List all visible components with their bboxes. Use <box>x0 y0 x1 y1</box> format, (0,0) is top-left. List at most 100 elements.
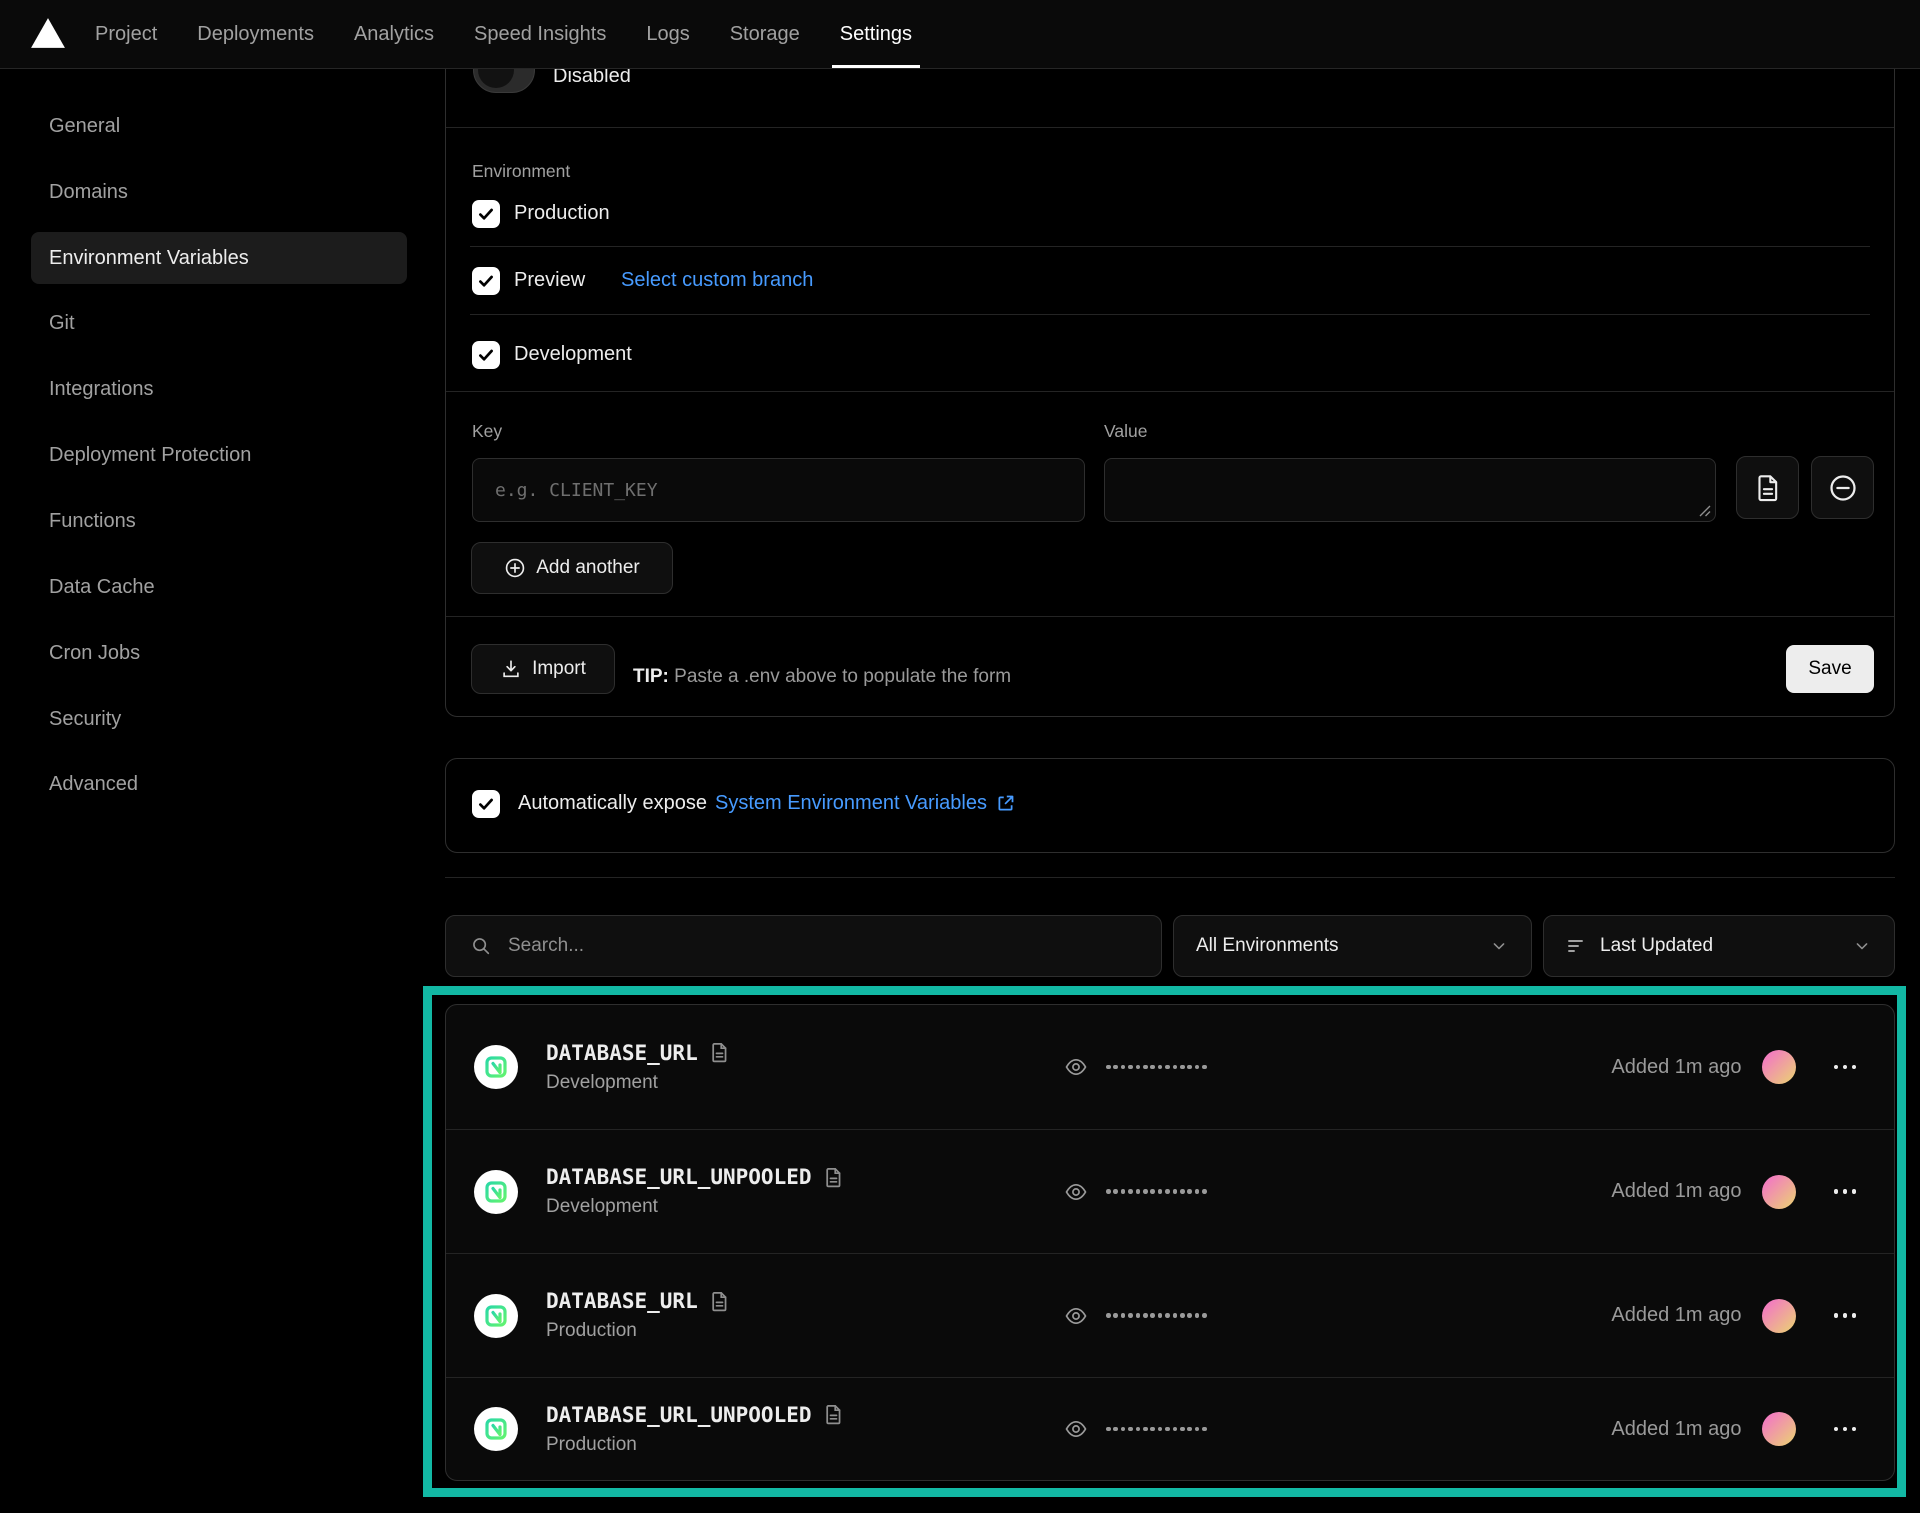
preview-checkbox-label: Preview <box>514 269 585 292</box>
sidebar-item-data-cache[interactable]: Data Cache <box>31 561 407 613</box>
row-actions-menu[interactable] <box>1834 1065 1857 1070</box>
masked-value-dots <box>1106 1313 1207 1318</box>
check-icon <box>477 205 495 223</box>
external-link-icon[interactable] <box>995 793 1016 814</box>
key-input[interactable] <box>472 458 1085 522</box>
row-actions-menu[interactable] <box>1834 1427 1857 1432</box>
neon-integration-icon <box>474 1407 518 1451</box>
plus-circle-icon <box>504 557 526 579</box>
nav-tab-storage[interactable]: Storage <box>730 0 800 68</box>
added-timestamp: Added 1m ago <box>1611 1418 1741 1441</box>
value-input-wrap <box>1104 458 1716 522</box>
paste-env-file-button[interactable] <box>1736 456 1799 519</box>
system-env-vars-link[interactable]: System Environment Variables <box>715 792 987 815</box>
row-meta: Added 1m ago <box>1611 1175 1894 1209</box>
row-meta: Added 1m ago <box>1611 1412 1894 1446</box>
environment-filter-select[interactable]: All Environments <box>1173 915 1532 977</box>
nav-tab-logs[interactable]: Logs <box>646 0 689 68</box>
add-env-var-form: Disabled Environment Production Preview … <box>445 8 1895 717</box>
added-timestamp: Added 1m ago <box>1611 1180 1741 1203</box>
env-var-info: DATABASE_URL_UNPOOLED Development <box>546 1165 843 1218</box>
env-var-environment: Development <box>546 1196 843 1218</box>
minus-circle-icon <box>1828 473 1858 503</box>
add-another-button[interactable]: Add another <box>471 542 673 594</box>
env-var-info: DATABASE_URL Development <box>546 1041 729 1094</box>
system-env-vars-box: Automatically expose System Environment … <box>445 758 1895 853</box>
row-actions-menu[interactable] <box>1834 1189 1857 1194</box>
import-button[interactable]: Import <box>471 644 615 694</box>
development-checkbox-label: Development <box>514 343 632 366</box>
row-actions-menu[interactable] <box>1834 1313 1857 1318</box>
search-box <box>445 915 1162 977</box>
masked-value-dots <box>1106 1065 1207 1070</box>
tip-text: Paste a .env above to populate the form <box>669 666 1011 687</box>
eye-icon[interactable] <box>1064 1417 1088 1441</box>
nav-tab-speed-insights[interactable]: Speed Insights <box>474 0 606 68</box>
hidden-value <box>1064 1417 1207 1441</box>
nav-tab-analytics[interactable]: Analytics <box>354 0 434 68</box>
production-checkbox[interactable] <box>472 200 500 228</box>
user-avatar <box>1762 1050 1796 1084</box>
note-icon[interactable] <box>710 1042 729 1063</box>
env-var-row[interactable]: DATABASE_URL_UNPOOLED Production Added 1… <box>446 1377 1894 1480</box>
add-another-label: Add another <box>536 557 640 579</box>
search-input[interactable] <box>506 934 1161 958</box>
sidebar-item-general[interactable]: General <box>31 100 407 152</box>
download-icon <box>500 658 522 680</box>
env-var-info: DATABASE_URL Production <box>546 1289 729 1342</box>
sidebar-item-security[interactable]: Security <box>31 693 407 745</box>
chevron-down-icon <box>1489 936 1509 956</box>
development-checkbox[interactable] <box>472 341 500 369</box>
note-icon[interactable] <box>824 1404 843 1425</box>
added-timestamp: Added 1m ago <box>1611 1304 1741 1327</box>
search-icon <box>470 935 492 957</box>
user-avatar <box>1762 1412 1796 1446</box>
divider <box>446 127 1894 128</box>
note-icon[interactable] <box>710 1291 729 1312</box>
added-timestamp: Added 1m ago <box>1611 1056 1741 1079</box>
save-button[interactable]: Save <box>1786 645 1874 693</box>
value-label: Value <box>1104 421 1147 442</box>
nav-tab-deployments[interactable]: Deployments <box>197 0 314 68</box>
env-var-key: DATABASE_URL_UNPOOLED <box>546 1403 812 1427</box>
nav-tabs: Project Deployments Analytics Speed Insi… <box>95 0 912 68</box>
vercel-logo[interactable] <box>30 15 66 51</box>
nav-tab-settings[interactable]: Settings <box>840 0 912 68</box>
value-input[interactable] <box>1104 458 1716 522</box>
check-icon <box>477 346 495 364</box>
sidebar-item-domains[interactable]: Domains <box>31 166 407 218</box>
sidebar-item-integrations[interactable]: Integrations <box>31 363 407 415</box>
env-var-row[interactable]: DATABASE_URL Development Added 1m ago <box>446 1005 1894 1129</box>
masked-value-dots <box>1106 1189 1207 1194</box>
eye-icon[interactable] <box>1064 1304 1088 1328</box>
neon-integration-icon <box>474 1045 518 1089</box>
chevron-down-icon <box>1852 936 1872 956</box>
env-var-row[interactable]: DATABASE_URL_UNPOOLED Development Added … <box>446 1129 1894 1253</box>
nav-tab-project[interactable]: Project <box>95 0 157 68</box>
auto-expose-checkbox[interactable] <box>472 790 500 818</box>
sidebar-item-functions[interactable]: Functions <box>31 495 407 547</box>
remove-row-button[interactable] <box>1811 456 1874 519</box>
sidebar-item-git[interactable]: Git <box>31 297 407 349</box>
sidebar-item-deployment-protection[interactable]: Deployment Protection <box>31 429 407 481</box>
environment-filter-value: All Environments <box>1196 935 1339 957</box>
key-label: Key <box>472 421 502 442</box>
preview-checkbox[interactable] <box>472 267 500 295</box>
sidebar-item-environment-variables[interactable]: Environment Variables <box>31 232 407 284</box>
env-var-environment: Development <box>546 1072 729 1094</box>
env-var-key: DATABASE_URL <box>546 1041 698 1065</box>
environment-variables-settings-page: General Domains Environment Variables Gi… <box>0 0 1920 1513</box>
neon-integration-icon <box>474 1170 518 1214</box>
sidebar-item-advanced[interactable]: Advanced <box>31 758 407 810</box>
eye-icon[interactable] <box>1064 1180 1088 1204</box>
divider <box>446 616 1894 617</box>
eye-icon[interactable] <box>1064 1055 1088 1079</box>
sidebar-item-cron-jobs[interactable]: Cron Jobs <box>31 627 407 679</box>
note-icon[interactable] <box>824 1167 843 1188</box>
select-custom-branch-link[interactable]: Select custom branch <box>621 269 813 292</box>
sort-select[interactable]: Last Updated <box>1543 915 1895 977</box>
env-var-row[interactable]: DATABASE_URL Production Added 1m ago <box>446 1253 1894 1377</box>
neon-integration-icon <box>474 1294 518 1338</box>
production-checkbox-label: Production <box>514 202 610 225</box>
user-avatar <box>1762 1175 1796 1209</box>
